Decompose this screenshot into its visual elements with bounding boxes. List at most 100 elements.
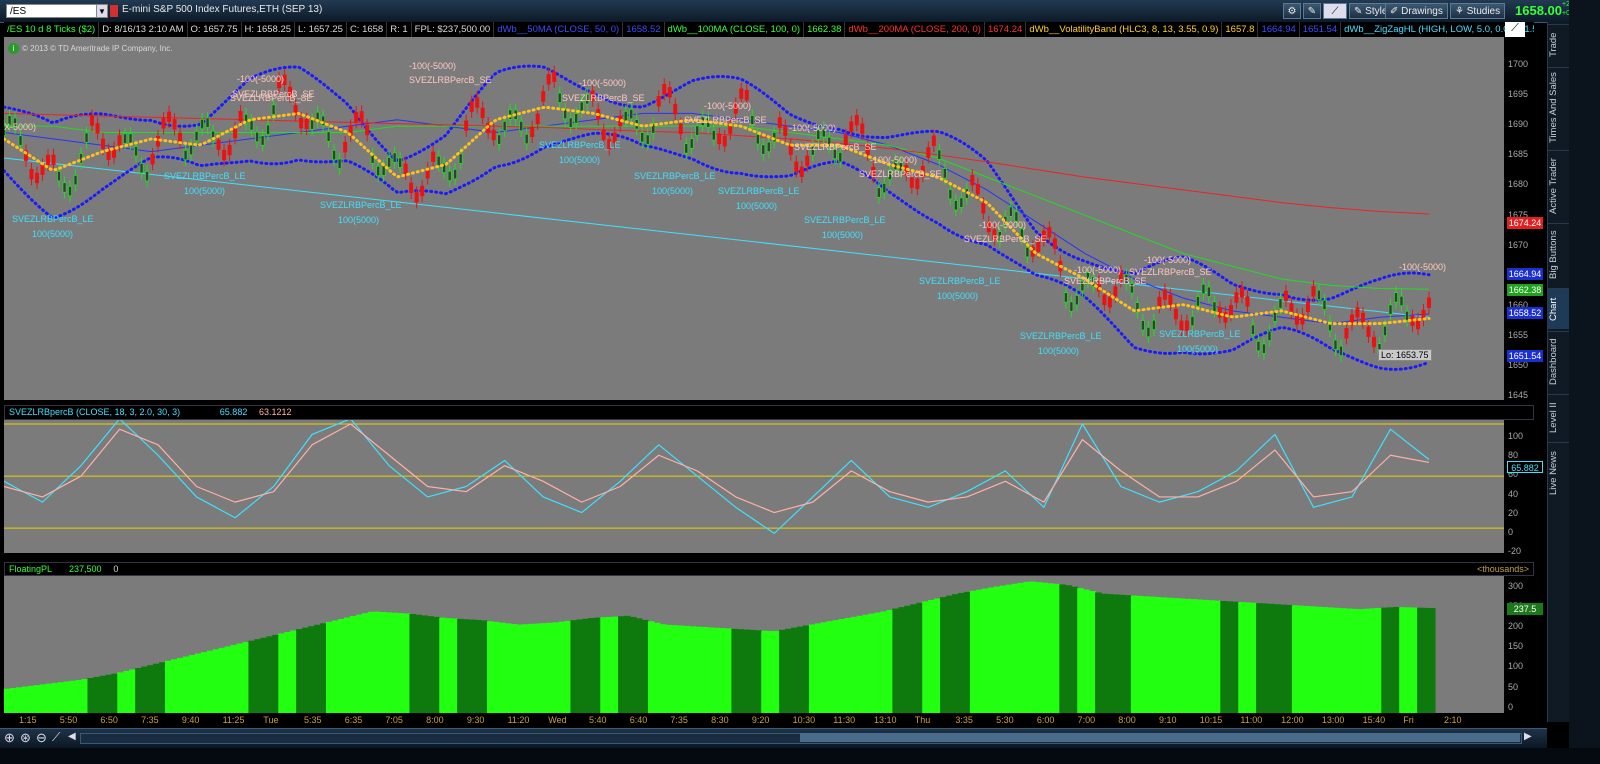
- pl-bar: [135, 668, 142, 713]
- candle-body: [574, 113, 579, 124]
- studies-label: Studies: [1466, 6, 1501, 17]
- tab-live-news[interactable]: Live News: [1548, 442, 1570, 503]
- pl-bar: [21, 686, 29, 713]
- short-entry-label: SVEZLRBPercB_SE: [964, 234, 1047, 244]
- candle-body: [161, 118, 166, 129]
- pl-bar: [242, 642, 250, 713]
- trend-icon[interactable]: ⟋: [1505, 22, 1525, 37]
- floating-pl-pane[interactable]: [4, 576, 1504, 713]
- drawings-label: Drawings: [1401, 6, 1443, 17]
- pl-bar: [743, 629, 750, 713]
- price-chart[interactable]: X-5000)SVEZLRBPercB_SE-100(-5000)SVEZLRB…: [4, 37, 1504, 400]
- drawing-tool-icon[interactable]: ⟋: [1323, 3, 1347, 19]
- candle-body: [321, 115, 326, 126]
- tab-level-ii[interactable]: Level II: [1548, 394, 1570, 440]
- pl-bar: [170, 659, 178, 713]
- pl-value-tag: 237.5: [1507, 603, 1543, 615]
- info-item: L: 1657.25: [295, 22, 347, 37]
- short-entry-label: -100(-5000): [704, 101, 751, 111]
- tab-big-buttons[interactable]: Big Buttons: [1548, 223, 1570, 286]
- pl-bar: [522, 624, 530, 713]
- candle-body: [365, 124, 370, 136]
- pl-bar: [874, 612, 882, 713]
- time-label: 11:20: [507, 715, 530, 725]
- pl-bar: [826, 621, 834, 713]
- pl-bar: [415, 614, 422, 713]
- scroll-left-icon[interactable]: ◀: [68, 731, 76, 742]
- time-label: 7:00: [1077, 715, 1096, 725]
- time-label: 11:25: [222, 715, 245, 725]
- long-entry-label: 100(5000): [822, 230, 863, 240]
- pl-bar: [1321, 607, 1329, 713]
- price-chart-pane[interactable]: X-5000) SVEZLRBPercB_SE -100(-5000) SVEZLRB…: [4, 37, 1504, 400]
- pl-bar: [791, 627, 798, 713]
- time-label: Wed: [548, 715, 567, 725]
- pl-bar: [1399, 607, 1406, 713]
- candle-body: [189, 144, 194, 156]
- candle-body: [1311, 286, 1316, 297]
- axis-tick: 50: [1508, 681, 1519, 692]
- time-axis[interactable]: 1:15 5:50 6:50 7:35 9:40 11:25 Tue 5:35 6:35 7:05…: [4, 714, 1544, 728]
- info-item: /ES 10 d 8 Ticks ($2): [4, 22, 100, 37]
- tab-dashboard[interactable]: Dashboard: [1548, 331, 1570, 392]
- pl-bar: [820, 622, 828, 713]
- candle-body: [678, 123, 683, 135]
- tab-times-and-sales[interactable]: Times And Sales: [1548, 67, 1570, 148]
- pl-bar: [868, 613, 876, 713]
- pl-bar: [1417, 607, 1424, 713]
- candle-body: [29, 168, 34, 180]
- candle-body: [931, 135, 936, 146]
- candle-body: [376, 165, 381, 177]
- oscillator-chart[interactable]: [4, 420, 1504, 553]
- scroll-right-icon[interactable]: ▶: [1524, 731, 1532, 742]
- pl-bar: [528, 623, 536, 713]
- pl-bar: [1160, 597, 1168, 713]
- floating-pl-axis[interactable]: 300250200150100500: [1504, 576, 1547, 713]
- tab-active-trader[interactable]: Active Trader: [1548, 150, 1570, 221]
- pl-bar: [1065, 585, 1072, 713]
- candle-body: [557, 92, 562, 104]
- low-price-label: Lo: 1653.75: [1378, 349, 1432, 361]
- scrollbar-thumb[interactable]: [800, 733, 1520, 742]
- candle-body: [414, 192, 419, 203]
- oscillator-pane[interactable]: [4, 420, 1504, 553]
- oscillator-axis[interactable]: 100 80 60 40 20 0 -20: [1504, 420, 1547, 556]
- candle-body: [420, 185, 425, 197]
- settings-icon[interactable]: ⚙: [1283, 3, 1301, 19]
- time-label: Tue: [263, 715, 279, 725]
- info-icon[interactable]: i: [8, 43, 19, 54]
- candle-body: [18, 135, 23, 146]
- tab-trade[interactable]: Trade: [1548, 24, 1570, 65]
- time-label: 6:00: [1036, 715, 1055, 725]
- wrench-icon[interactable]: ✎: [1303, 3, 1321, 19]
- zoom-in-icon[interactable]: ⊕: [4, 730, 15, 746]
- candle-body: [1173, 308, 1178, 320]
- zoom-fit-icon[interactable]: ⊛: [20, 730, 31, 746]
- header-item: 0: [113, 564, 119, 574]
- tab-chart[interactable]: Chart: [1548, 288, 1570, 329]
- drawings-button[interactable]: ✐ Drawings: [1385, 3, 1448, 19]
- axis-tick: 1690: [1508, 119, 1529, 130]
- pl-bar: [1250, 602, 1257, 713]
- pl-bar: [1095, 592, 1102, 713]
- pl-bar: [236, 643, 244, 713]
- pl-bar: [993, 586, 1001, 713]
- pl-bar: [1077, 588, 1084, 713]
- candle-body: [959, 197, 964, 208]
- pl-bar: [39, 684, 47, 713]
- zoom-out-icon[interactable]: ⊖: [36, 730, 47, 746]
- candle-body: [447, 170, 452, 182]
- floating-pl-chart[interactable]: [4, 576, 1504, 713]
- pl-bar: [159, 662, 166, 713]
- symbol-input[interactable]: /ES: [6, 4, 98, 18]
- time-label: 13:10: [874, 715, 897, 725]
- chevron-down-icon[interactable]: ▼: [96, 4, 108, 18]
- pl-bar: [367, 611, 375, 713]
- candle-body: [915, 178, 920, 190]
- draw-line-icon[interactable]: ⟋: [52, 730, 60, 745]
- pl-bar: [904, 605, 911, 713]
- pl-bar: [230, 644, 238, 713]
- candle-body: [761, 144, 766, 155]
- studies-button[interactable]: ⚘ Studies: [1450, 3, 1506, 19]
- candle-body: [942, 168, 947, 179]
